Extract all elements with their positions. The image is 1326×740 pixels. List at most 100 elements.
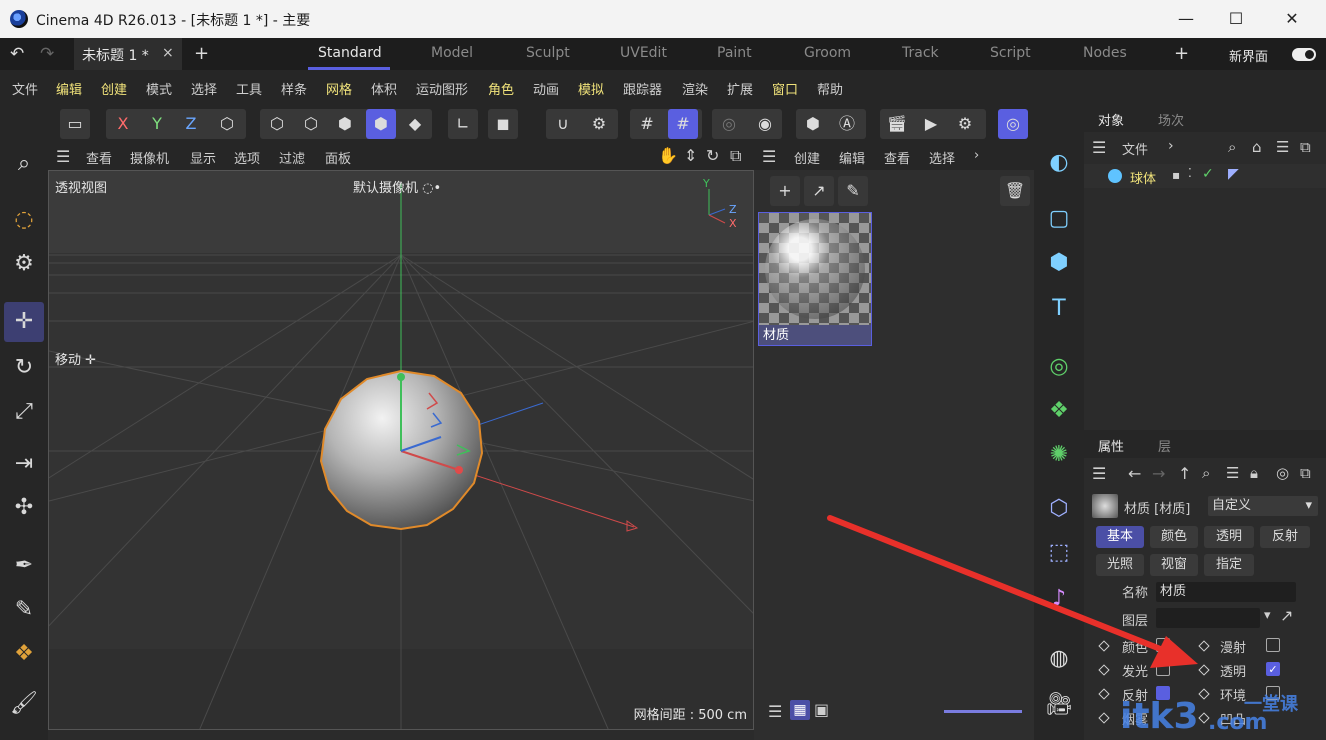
move-gizmo-x-handle[interactable]: [455, 466, 463, 474]
material-menu-view[interactable]: 查看: [884, 148, 910, 167]
scale-tool-icon[interactable]: ⤢: [4, 392, 44, 432]
attributes-search-icon[interactable]: ⌕: [1202, 464, 1210, 482]
close-tab-icon[interactable]: ×: [162, 45, 174, 61]
layer-field[interactable]: [1156, 608, 1260, 628]
delete-material-icon[interactable]: 🗑︎: [1000, 176, 1030, 206]
mode-dropdown[interactable]: 自定义 ▾: [1208, 496, 1318, 516]
layer-tag-icon[interactable]: ▪: [1172, 168, 1180, 182]
y-axis-lock-icon[interactable]: Y: [142, 109, 172, 139]
magnet-icon[interactable]: ∪: [548, 109, 578, 139]
tab-paint[interactable]: Paint: [717, 45, 752, 61]
object-search-icon[interactable]: ⌕: [1228, 138, 1236, 156]
attributes-menu-icon[interactable]: ☰: [1092, 464, 1106, 483]
render-settings-icon[interactable]: ⚙: [950, 109, 980, 139]
orbit-view-icon[interactable]: ↻: [706, 146, 719, 165]
snap-view-icon[interactable]: ◼: [488, 109, 518, 139]
redshift-icon[interactable]: ◎: [998, 109, 1028, 139]
redo-icon[interactable]: ↷: [40, 44, 54, 64]
tab-nodes[interactable]: Nodes: [1083, 45, 1127, 61]
z-axis-lock-icon[interactable]: Z: [176, 109, 206, 139]
viewport-menu-panel[interactable]: 面板: [325, 148, 351, 167]
keyframe-diamond-reflectance[interactable]: [1098, 688, 1110, 700]
material-menu-edit[interactable]: 编辑: [839, 148, 865, 167]
visibility-dots-icon[interactable]: ⁚: [1188, 166, 1192, 180]
menu-volume[interactable]: 体积: [371, 79, 397, 98]
scene-camera-icon[interactable]: 🎥︎: [1040, 686, 1078, 724]
viewport-menu-options[interactable]: 选项: [234, 148, 260, 167]
chip-basic[interactable]: 基本: [1096, 526, 1144, 548]
menu-file[interactable]: 文件: [12, 79, 38, 98]
tab-layers[interactable]: 层: [1158, 436, 1171, 455]
move-gizmo-y-handle[interactable]: [397, 373, 405, 381]
add-layout-button[interactable]: +: [1174, 43, 1189, 64]
menu-render[interactable]: 渲染: [682, 79, 708, 98]
material-tag-icon[interactable]: ◤: [1228, 166, 1239, 182]
dolly-view-icon[interactable]: ⇕: [684, 146, 697, 165]
tab-objects[interactable]: 对象: [1098, 110, 1124, 129]
null-object-icon[interactable]: ⬚: [1040, 534, 1078, 572]
move-tool-icon[interactable]: ✛: [4, 302, 44, 342]
forward-arrow-icon[interactable]: →: [1152, 464, 1165, 483]
viewport-menu-icon[interactable]: ☰: [56, 147, 70, 166]
object-menu-file[interactable]: 文件: [1122, 139, 1148, 158]
axis-mode-icon[interactable]: ∟: [448, 109, 478, 139]
workplane-icon[interactable]: ◉: [750, 109, 780, 139]
menu-mograph[interactable]: 运动图形: [416, 79, 468, 98]
home-icon[interactable]: ⌂: [1252, 138, 1262, 156]
grid-view-icon[interactable]: ▦: [790, 700, 810, 720]
apply-material-icon[interactable]: ↗: [804, 176, 834, 206]
menu-tracker[interactable]: 跟踪器: [623, 79, 662, 98]
channel-diffusion-checkbox[interactable]: [1266, 638, 1280, 652]
snap-enable-icon[interactable]: #: [668, 109, 698, 139]
generator-icon[interactable]: ◎: [1040, 348, 1078, 386]
object-name[interactable]: 球体: [1130, 168, 1156, 187]
layer-dropdown-icon[interactable]: ▾: [1264, 608, 1271, 623]
gear-settings-icon[interactable]: ⚙: [584, 109, 614, 139]
render-picture-viewer-icon[interactable]: ▶: [916, 109, 946, 139]
environment-icon[interactable]: ◍: [1040, 640, 1078, 678]
placement-tool-icon[interactable]: ✣: [4, 488, 44, 528]
search-icon[interactable]: ⌕: [4, 144, 44, 184]
chip-reflectance[interactable]: 反射: [1260, 526, 1310, 548]
layer-pick-icon[interactable]: ↗: [1280, 606, 1293, 625]
maximize-button[interactable]: ☐: [1216, 6, 1256, 32]
viewport-menu-view[interactable]: 查看: [86, 148, 112, 167]
channel-transparency-checkbox[interactable]: ✓: [1266, 662, 1280, 676]
material-menu-more-icon[interactable]: ›: [974, 148, 979, 163]
minimize-button[interactable]: —: [1166, 6, 1206, 32]
large-thumb-view-icon[interactable]: ▣: [814, 700, 829, 719]
enabled-check-icon[interactable]: ✓: [1202, 166, 1214, 182]
document-tab[interactable]: 未标题 1 * ×: [74, 38, 182, 70]
tab-model[interactable]: Model: [431, 45, 473, 61]
polygons-mode-icon[interactable]: ⬢: [330, 109, 360, 139]
tab-script[interactable]: Script: [990, 45, 1031, 61]
menu-select[interactable]: 选择: [191, 79, 217, 98]
name-field[interactable]: 材质: [1156, 582, 1296, 602]
tweak-tool-icon[interactable]: ⚙: [4, 244, 44, 284]
object-menu-more-icon[interactable]: ›: [1168, 138, 1174, 154]
chip-color[interactable]: 颜色: [1150, 526, 1198, 548]
model-mode-icon[interactable]: ⬢: [366, 109, 396, 139]
cloner-icon[interactable]: ❖: [1040, 392, 1078, 430]
sketch-tool-icon[interactable]: ✎: [4, 590, 44, 630]
add-material-icon[interactable]: +: [770, 176, 800, 206]
keyframe-diamond-fog[interactable]: [1098, 712, 1110, 724]
chip-illumination[interactable]: 光照: [1096, 554, 1144, 576]
chip-assign[interactable]: 指定: [1204, 554, 1254, 576]
rectangle-spline-icon[interactable]: ▢: [1040, 200, 1078, 238]
maximize-view-icon[interactable]: ⧉: [730, 146, 741, 166]
eyedropper-icon[interactable]: ✎: [838, 176, 868, 206]
render-view-icon[interactable]: 🎬︎: [882, 109, 912, 139]
new-window-icon[interactable]: ⧉: [1300, 138, 1311, 156]
effector-icon[interactable]: ✺: [1040, 436, 1078, 474]
spline-tool-icon[interactable]: ♪: [1040, 580, 1078, 618]
menu-help[interactable]: 帮助: [817, 79, 843, 98]
tab-groom[interactable]: Groom: [804, 45, 851, 61]
list-view-icon[interactable]: ☰: [768, 702, 782, 721]
target-icon[interactable]: ◎: [1276, 464, 1289, 482]
keyframe-diamond-diffusion[interactable]: [1198, 640, 1210, 652]
close-button[interactable]: ✕: [1272, 6, 1312, 32]
camera-object-icon[interactable]: ◐: [1040, 144, 1078, 182]
menu-edit[interactable]: 编辑: [56, 79, 82, 98]
channel-color-checkbox[interactable]: [1156, 638, 1170, 652]
